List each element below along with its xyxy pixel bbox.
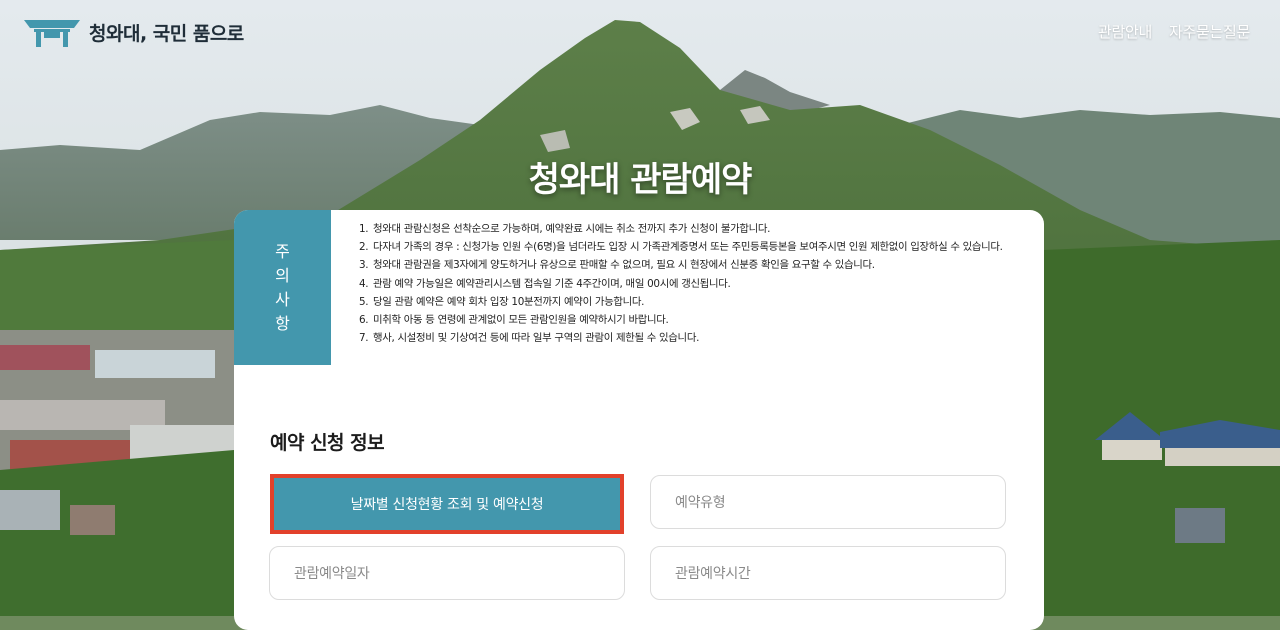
reservation-date-field[interactable]: 관람예약일자 <box>269 546 625 600</box>
reservation-card: 주 의 사 항 1. 청와대 관람신청은 선착순으로 가능하며, 예약완료 시에는… <box>234 210 1044 630</box>
notice-item: 2. 다자녀 가족의 경우 : 신청가능 인원 수(6명)을 넘더라도 입장 시 … <box>359 238 1019 256</box>
notice-item-number: 3. <box>359 259 369 272</box>
notice-item-number: 5. <box>359 295 369 308</box>
notice-tag: 주 의 사 항 <box>234 210 331 365</box>
reservation-time-field[interactable]: 관람예약시간 <box>650 546 1006 600</box>
blue-house-roof-logo[interactable] <box>22 16 82 48</box>
notice-item: 1. 청와대 관람신청은 선착순으로 가능하며, 예약완료 시에는 취소 전까지 … <box>359 220 1019 238</box>
notice-item: 4. 관람 예약 가능일은 예약관리시스템 접속일 기준 4주간이며, 매일 00… <box>359 275 1019 293</box>
notice-item-text: 당일 관람 예약은 예약 회차 입장 10분전까지 예약이 가능합니다. <box>373 295 645 308</box>
notice-tag-char: 의 <box>275 265 290 285</box>
notice-item-number: 1. <box>359 223 369 235</box>
nav-faq[interactable]: 자주묻는질문 <box>1169 21 1250 42</box>
brand-name[interactable]: 청와대, 국민 품으로 <box>89 19 244 46</box>
notice-list: 1. 청와대 관람신청은 선착순으로 가능하며, 예약완료 시에는 취소 전까지 … <box>359 220 1019 347</box>
notice-item: 6. 미취학 아동 등 연령에 관계없이 모든 관람인원을 예약하시기 바랍니다. <box>359 311 1019 329</box>
notice-item-number: 4. <box>359 277 369 290</box>
notice-item-text: 다자녀 가족의 경우 : 신청가능 인원 수(6명)을 넘더라도 입장 시 가족… <box>373 241 1003 254</box>
nav-tour-guide[interactable]: 관람안내 <box>1098 21 1152 42</box>
page-title: 청와대 관람예약 <box>528 160 753 200</box>
notice-item-number: 2. <box>359 241 369 254</box>
reservation-type-field[interactable]: 예약유형 <box>650 475 1006 529</box>
notice-item-text: 미취학 아동 등 연령에 관계없이 모든 관람인원을 예약하시기 바랍니다. <box>373 314 669 327</box>
notice-tag-char: 항 <box>275 313 290 333</box>
notice-item-text: 청와대 관람권을 제3자에게 양도하거나 유상으로 판매할 수 없으며, 필요 … <box>373 259 875 272</box>
notice-item-number: 7. <box>359 332 369 345</box>
notice-item-number: 6. <box>359 314 369 327</box>
notice-tag-char: 주 <box>275 241 290 261</box>
top-header: 청와대, 국민 품으로 관람안내 자주묻는질문 <box>0 0 1280 64</box>
notice-item-text: 행사, 시설정비 및 기상여건 등에 따라 일부 구역의 관람이 제한될 수 있… <box>373 332 700 345</box>
notice-item: 7. 행사, 시설정비 및 기상여건 등에 따라 일부 구역의 관람이 제한될 수… <box>359 329 1019 347</box>
top-nav: 관람안내 자주묻는질문 <box>1098 21 1250 42</box>
notice-tag-char: 사 <box>275 289 290 309</box>
notice-item: 5. 당일 관람 예약은 예약 회차 입장 10분전까지 예약이 가능합니다. <box>359 293 1019 311</box>
notice-item-text: 관람 예약 가능일은 예약관리시스템 접속일 기준 4주간이며, 매일 00시에… <box>373 277 731 290</box>
date-status-reserve-button[interactable]: 날짜별 신청현황 조회 및 예약신청 <box>274 478 620 530</box>
notice-item-text: 청와대 관람신청은 선착순으로 가능하며, 예약완료 시에는 취소 전까지 추가… <box>373 223 771 235</box>
notice-item: 3. 청와대 관람권을 제3자에게 양도하거나 유상으로 판매할 수 없으며, 필… <box>359 256 1019 274</box>
section-title: 예약 신청 정보 <box>270 432 385 454</box>
